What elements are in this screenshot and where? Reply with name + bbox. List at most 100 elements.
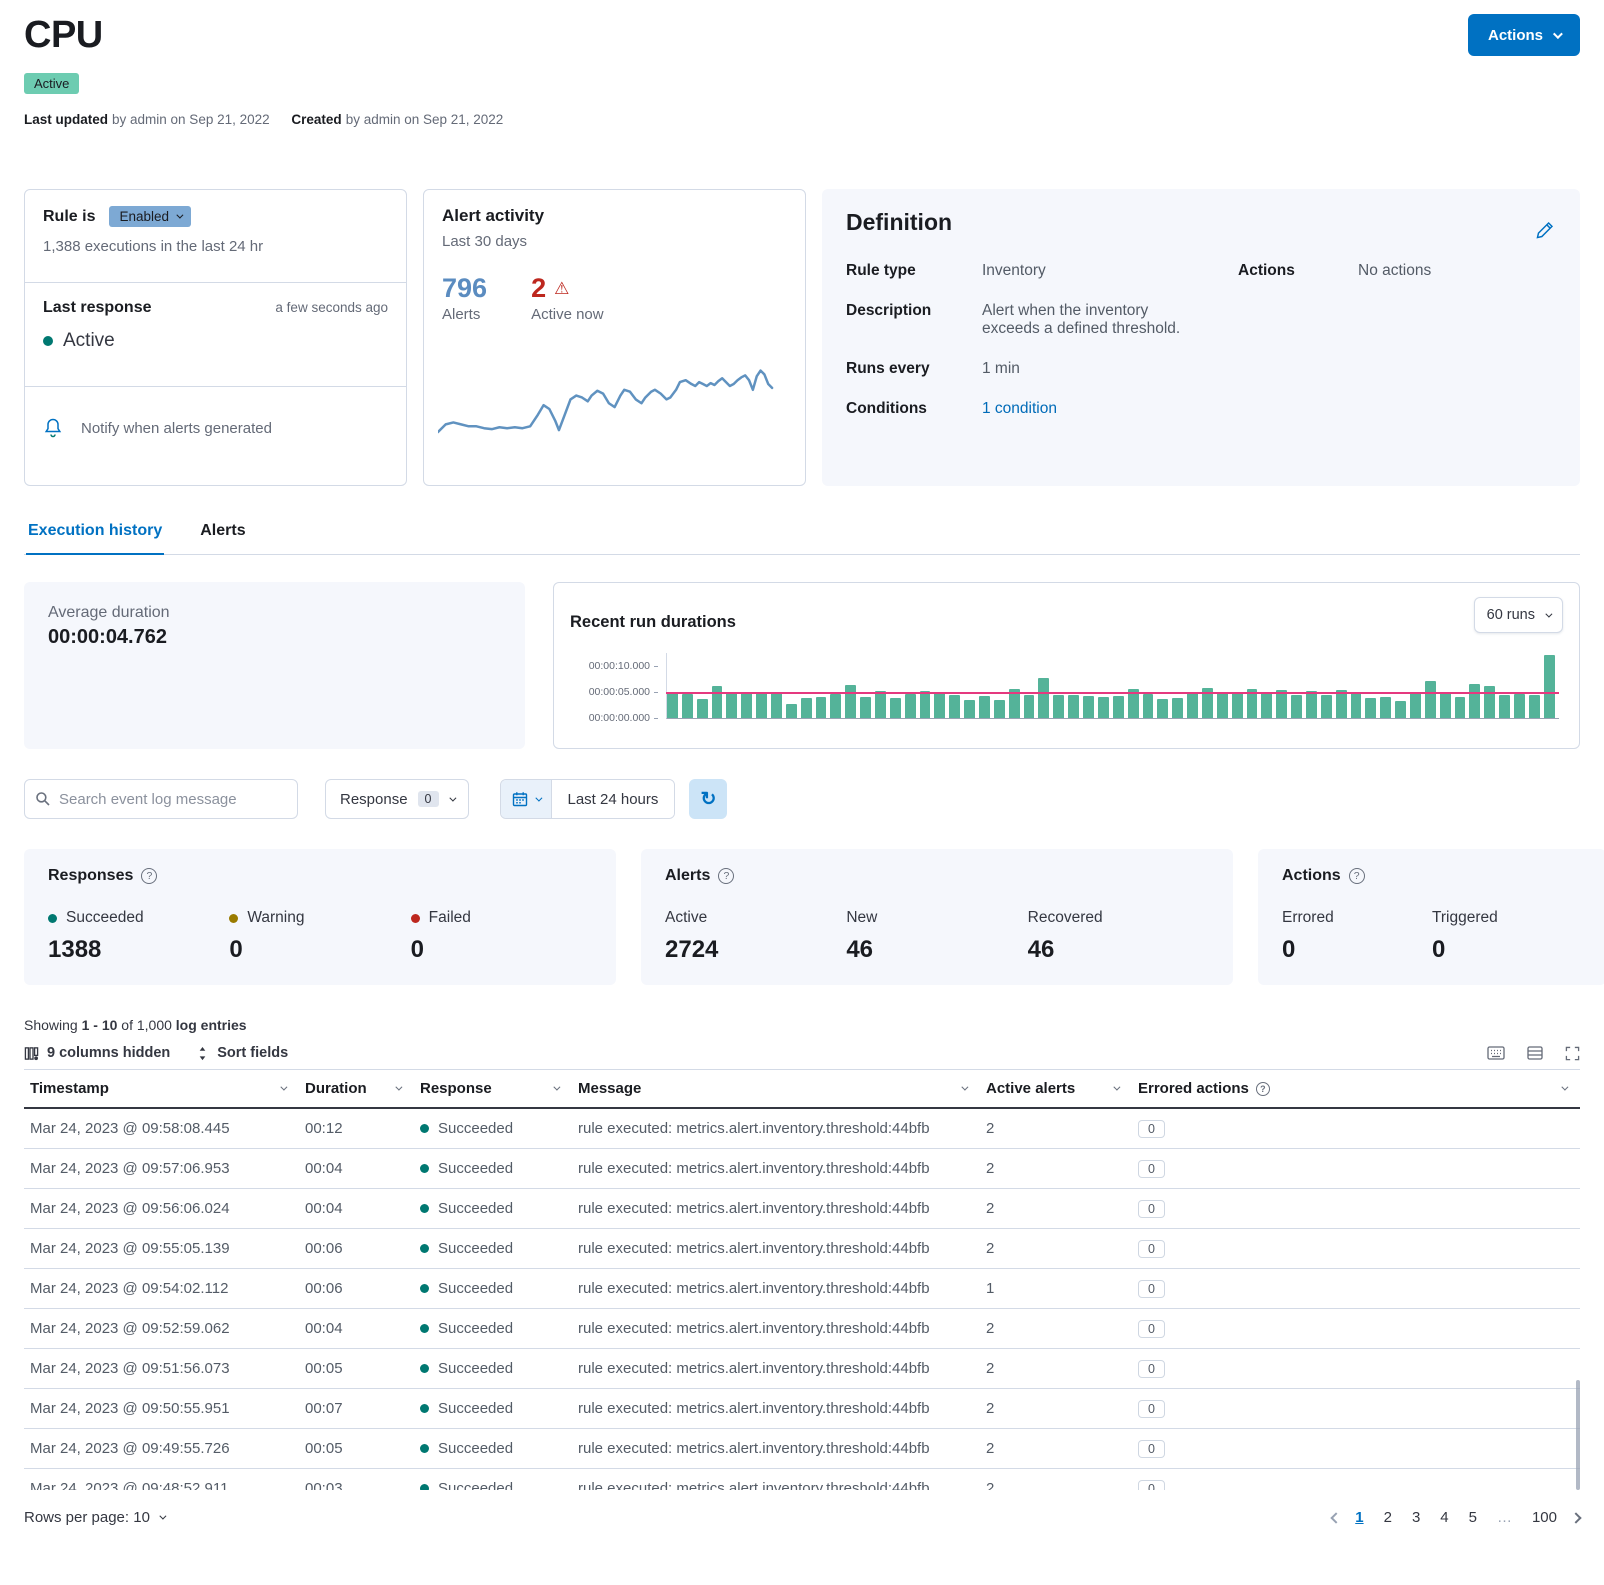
table-row[interactable]: Mar 24, 2023 @ 09:54:02.112 00:06 Succee… <box>24 1269 1580 1309</box>
cell-timestamp: Mar 24, 2023 @ 09:51:56.073 <box>24 1360 299 1377</box>
actions-button[interactable]: Actions <box>1468 14 1580 56</box>
recent-run-durations-title: Recent run durations <box>570 613 736 632</box>
previous-page-button[interactable] <box>1331 1512 1342 1523</box>
duration-bar <box>1410 692 1421 718</box>
created-value: by admin on Sep 21, 2022 <box>346 112 504 127</box>
help-icon[interactable]: ? <box>718 868 734 884</box>
column-header-response[interactable]: Response <box>414 1070 572 1107</box>
refresh-button[interactable]: ↻ <box>689 779 727 819</box>
page-number-100[interactable]: 100 <box>1525 1506 1564 1529</box>
run-durations-plot <box>666 653 1559 719</box>
cell-active-alerts: 2 <box>980 1160 1132 1177</box>
cell-duration: 00:06 <box>299 1280 414 1297</box>
enabled-dropdown[interactable]: Enabled <box>109 206 191 227</box>
column-header-duration[interactable]: Duration <box>299 1070 414 1107</box>
run-durations-chart: 00:00:10.000 00:00:05.000 00:00:00.000 <box>570 647 1563 719</box>
duration-bar <box>1098 697 1109 718</box>
table-row[interactable]: Mar 24, 2023 @ 09:50:55.951 00:07 Succee… <box>24 1389 1580 1429</box>
sort-icon <box>196 1046 209 1061</box>
duration-bar <box>712 686 723 718</box>
chevron-down-icon <box>535 794 542 801</box>
cell-duration: 00:05 <box>299 1360 414 1377</box>
table-row[interactable]: Mar 24, 2023 @ 09:58:08.445 00:12 Succee… <box>24 1109 1580 1149</box>
actions-panel: Actions ? Errored 0 Triggered 0 <box>1258 849 1604 985</box>
stat-errored: Errored 0 <box>1282 909 1432 964</box>
column-header-active-alerts[interactable]: Active alerts <box>980 1070 1132 1107</box>
duration-bar <box>1499 695 1510 718</box>
column-header-errored-actions[interactable]: Errored actions ? <box>1132 1070 1580 1107</box>
cell-response: Succeeded <box>414 1440 572 1457</box>
succeeded-dot <box>420 1364 429 1373</box>
duration-bar <box>1068 695 1079 718</box>
page-number-5[interactable]: 5 <box>1462 1506 1484 1529</box>
table-row[interactable]: Mar 24, 2023 @ 09:55:05.139 00:06 Succee… <box>24 1229 1580 1269</box>
tab-execution-history[interactable]: Execution history <box>26 522 164 555</box>
rows-per-page-dropdown[interactable]: Rows per page: 10 <box>24 1509 164 1526</box>
showing-count: Showing 1 - 10 of 1,000 log entries <box>24 1017 1580 1033</box>
cell-response: Succeeded <box>414 1200 572 1217</box>
search-input[interactable] <box>59 791 287 808</box>
edit-pencil-icon[interactable] <box>1536 221 1554 239</box>
page-number-1[interactable]: 1 <box>1348 1506 1370 1529</box>
duration-bar <box>682 694 693 718</box>
duration-bar <box>949 695 960 718</box>
cell-message: rule executed: metrics.alert.inventory.t… <box>572 1200 980 1217</box>
fullscreen-icon[interactable] <box>1565 1046 1580 1061</box>
cell-active-alerts: 2 <box>980 1200 1132 1217</box>
table-row[interactable]: Mar 24, 2023 @ 09:56:06.024 00:04 Succee… <box>24 1189 1580 1229</box>
sort-fields-button[interactable]: Sort fields <box>196 1045 288 1061</box>
cell-errored-actions: 0 <box>1132 1240 1580 1258</box>
chevron-down-icon <box>449 794 456 801</box>
keyboard-shortcuts-icon[interactable] <box>1487 1046 1505 1060</box>
display-density-icon[interactable] <box>1527 1046 1543 1060</box>
cell-errored-actions: 0 <box>1132 1160 1580 1178</box>
table-row[interactable]: Mar 24, 2023 @ 09:48:52.911 00:03 Succee… <box>24 1469 1580 1490</box>
columns-hidden-button[interactable]: 9 columns hidden <box>24 1045 170 1061</box>
tab-alerts[interactable]: Alerts <box>198 522 247 554</box>
duration-bar <box>1217 692 1228 718</box>
quick-select-menu[interactable] <box>501 780 552 818</box>
help-icon[interactable]: ? <box>1349 868 1365 884</box>
help-icon[interactable]: ? <box>141 868 157 884</box>
succeeded-dot <box>420 1404 429 1413</box>
response-filter-dropdown[interactable]: Response 0 <box>325 779 469 819</box>
table-row[interactable]: Mar 24, 2023 @ 09:57:06.953 00:04 Succee… <box>24 1149 1580 1189</box>
cell-message: rule executed: metrics.alert.inventory.t… <box>572 1280 980 1297</box>
chevron-down-icon <box>395 1084 402 1091</box>
succeeded-dot <box>420 1444 429 1453</box>
table-row[interactable]: Mar 24, 2023 @ 09:52:59.062 00:04 Succee… <box>24 1309 1580 1349</box>
errored-actions-badge: 0 <box>1138 1280 1165 1298</box>
duration-bar <box>801 698 812 718</box>
column-header-timestamp[interactable]: Timestamp <box>24 1070 299 1107</box>
y-tick-10s: 00:00:10.000 <box>570 660 658 672</box>
pagination: 12345…100 <box>1332 1506 1580 1529</box>
cell-duration: 00:06 <box>299 1240 414 1257</box>
table-row[interactable]: Mar 24, 2023 @ 09:51:56.073 00:05 Succee… <box>24 1349 1580 1389</box>
def-actions-value: No actions <box>1358 262 1556 280</box>
failed-dot <box>411 914 420 923</box>
runs-count-dropdown[interactable]: 60 runs <box>1474 597 1563 633</box>
help-icon[interactable]: ? <box>1256 1082 1270 1096</box>
page-number-4[interactable]: 4 <box>1433 1506 1455 1529</box>
cell-timestamp: Mar 24, 2023 @ 09:58:08.445 <box>24 1120 299 1137</box>
duration-bar <box>1380 697 1391 718</box>
column-header-message[interactable]: Message <box>572 1070 980 1107</box>
errored-value: 0 <box>1282 936 1432 964</box>
duration-bar <box>1276 690 1287 718</box>
chevron-down-icon <box>1545 610 1552 617</box>
conditions-link[interactable]: 1 condition <box>982 400 1057 417</box>
errored-actions-badge: 0 <box>1138 1320 1165 1338</box>
errored-actions-badge: 0 <box>1138 1400 1165 1418</box>
conditions-label: Conditions <box>846 400 954 418</box>
page-number-3[interactable]: 3 <box>1405 1506 1427 1529</box>
alerts-count-label: Alerts <box>442 306 487 323</box>
duration-bar <box>1172 698 1183 718</box>
table-row[interactable]: Mar 24, 2023 @ 09:49:55.726 00:05 Succee… <box>24 1429 1580 1469</box>
duration-bar <box>1455 697 1466 718</box>
time-range-button[interactable]: Last 24 hours <box>552 780 675 818</box>
cell-duration: 00:04 <box>299 1320 414 1337</box>
next-page-button[interactable] <box>1570 1512 1581 1523</box>
page-number-2[interactable]: 2 <box>1377 1506 1399 1529</box>
date-range-picker: Last 24 hours <box>500 779 676 819</box>
scrollbar-thumb[interactable] <box>1576 1380 1580 1490</box>
